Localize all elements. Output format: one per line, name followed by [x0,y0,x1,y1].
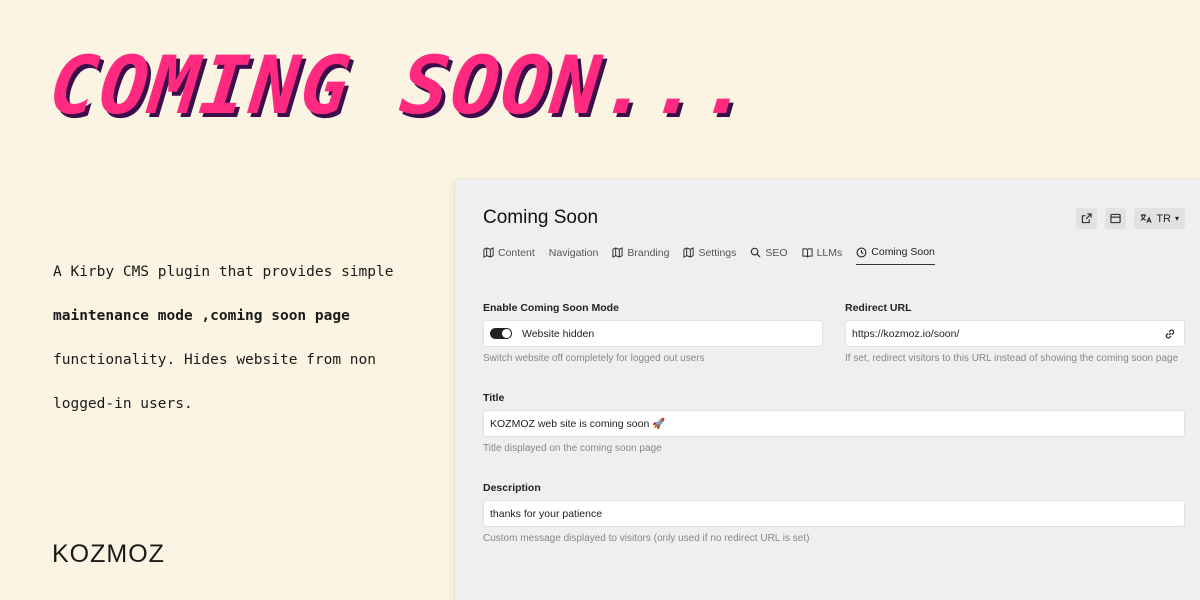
tab-llms[interactable]: LLMs [801,246,842,265]
enable-mode-help: Switch website off completely for logged… [483,353,705,364]
tab-navigation[interactable]: Navigation [549,246,599,265]
description-line-2: maintenance mode ,coming soon page [53,308,350,324]
clock-icon [856,247,867,257]
redirect-url-help: If set, redirect visitors to this URL in… [845,353,1179,364]
language-label: TR [1156,212,1171,225]
description-line-3: functionality. Hides website from non [53,352,377,368]
translate-icon [1140,214,1152,223]
redirect-url-value: https://kozmoz.io/soon/ [852,327,960,340]
kozmoz-logo: KOZMOZ [52,540,165,568]
toggle-value-text: Website hidden [522,327,595,340]
link-icon[interactable] [1164,328,1176,340]
search-icon [751,247,761,258]
redirect-url-label: Redirect URL [845,302,912,314]
tab-settings[interactable]: Settings [683,246,736,265]
tab-branding[interactable]: Branding [612,246,669,265]
tab-content[interactable]: Content [483,246,535,265]
open-page-button[interactable] [1076,208,1098,229]
external-link-icon [1082,213,1092,224]
tab-seo[interactable]: SEO [750,246,788,265]
title-label: Title [483,392,505,404]
window-icon [1110,213,1121,224]
title-input[interactable]: KOZMOZ web site is coming soon 🚀 [483,410,1185,437]
description-value: thanks for your patience [490,507,603,520]
headline: COMING SOON... [45,39,758,132]
coming-soon-toggle-field[interactable]: Website hidden [483,320,823,347]
map-icon [683,247,695,258]
title-help: Title displayed on the coming soon page [483,443,662,454]
redirect-url-input[interactable]: https://kozmoz.io/soon/ [845,320,1185,347]
panel-title: Coming Soon [483,207,599,228]
cms-panel: Coming Soon TR ▾ Content Navigation Bran… [455,179,1200,600]
plugin-description: A Kirby CMS plugin that provides simple … [53,250,433,426]
description-line-1: A Kirby CMS plugin that provides simple [53,264,394,280]
map-icon [612,247,623,258]
toggle-switch[interactable] [490,328,512,339]
preview-button[interactable] [1105,208,1127,229]
description-input[interactable]: thanks for your patience [483,500,1185,527]
description-label: Description [483,482,541,494]
description-help: Custom message displayed to visitors (on… [483,533,810,544]
chevron-down-icon: ▾ [1174,214,1179,223]
enable-mode-label: Enable Coming Soon Mode [483,302,619,314]
tab-bar: Content Navigation Branding Settings SEO… [483,246,935,265]
tab-coming-soon[interactable]: Coming Soon [856,246,935,265]
book-icon [801,248,813,258]
language-dropdown[interactable]: TR ▾ [1134,208,1185,229]
title-value: KOZMOZ web site is coming soon 🚀 [490,418,666,430]
map-icon [483,247,494,258]
panel-toolbar: TR ▾ [1076,208,1185,229]
description-line-4: logged-in users. [53,396,193,412]
